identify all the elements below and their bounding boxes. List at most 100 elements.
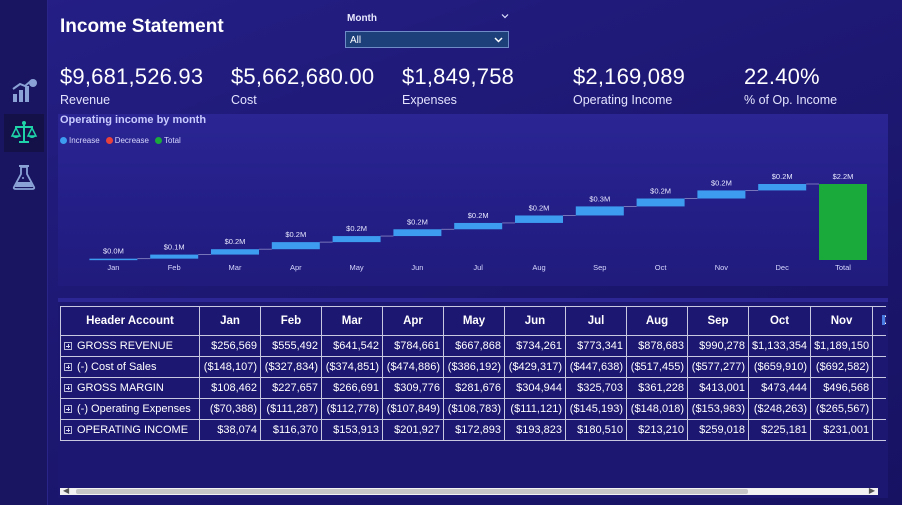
column-header-month[interactable]: May <box>443 306 505 336</box>
table-cell: $413,001 <box>687 377 749 399</box>
column-header-month[interactable]: Mar <box>321 306 383 336</box>
row-header-cell: OPERATING INCOME <box>60 419 200 441</box>
waterfall-bar-jun[interactable] <box>393 229 442 237</box>
column-scroll-indicator <box>882 315 885 325</box>
kpi-cost: $5,662,680.00 Cost <box>231 64 374 107</box>
table-cell: $496,568 <box>810 377 874 399</box>
table-cell: $784,661 <box>382 335 444 357</box>
waterfall-bar-jan[interactable] <box>89 258 138 261</box>
horizontal-scrollbar[interactable]: ◀ ▶ <box>60 486 878 495</box>
row-label: GROSS REVENUE <box>77 340 173 352</box>
table-cell: $259,018 <box>687 419 749 441</box>
data-label: $0.2M <box>468 211 489 220</box>
expand-plus-icon[interactable] <box>64 363 72 371</box>
sidebar-item-growth[interactable] <box>4 72 44 110</box>
column-header-month[interactable]: Nov <box>810 306 874 336</box>
x-tick-label: Jun <box>411 263 423 272</box>
expand-plus-icon[interactable] <box>64 384 72 392</box>
waterfall-bar-jul[interactable] <box>454 222 503 230</box>
table-cell: $256,569 <box>199 335 261 357</box>
waterfall-bar-sep[interactable] <box>575 206 624 216</box>
table-cell: $667,868 <box>443 335 505 357</box>
scale-icon <box>10 121 38 143</box>
waterfall-bar-oct[interactable] <box>636 198 685 207</box>
scrollbar-thumb[interactable] <box>76 489 748 494</box>
x-tick-label: Aug <box>532 263 545 272</box>
kpi-revenue: $9,681,526.93 Revenue <box>60 64 203 107</box>
row-label: (-) Cost of Sales <box>77 361 157 373</box>
column-header-month[interactable]: Feb <box>260 306 322 336</box>
column-header-month[interactable]: Jul <box>565 306 627 336</box>
x-tick-label: Apr <box>290 263 302 272</box>
table-cell: $172,893 <box>443 419 505 441</box>
data-label: $0.1M <box>164 243 185 252</box>
table-cell: $1,133,354 <box>747 335 812 357</box>
matrix-viewport: Header Account Jan Feb Mar Apr May Jun Jul Aug Se… <box>60 306 886 441</box>
x-tick-label: Jul <box>473 263 483 272</box>
x-tick-label: Mar <box>229 263 242 272</box>
table-cell: ($6 <box>872 356 886 378</box>
waterfall-bar-may[interactable] <box>332 236 381 243</box>
kpi-expenses: $1,849,758 Expenses <box>402 64 514 107</box>
table-cell: $213,210 <box>626 419 688 441</box>
table-cell: ($248,263) <box>747 398 812 420</box>
kpi-label: Expenses <box>402 93 457 107</box>
scroll-left-icon[interactable]: ◀ <box>63 486 69 495</box>
expand-plus-icon[interactable] <box>64 342 72 350</box>
table-cell: ($374,851) <box>321 356 383 378</box>
x-tick-label: Oct <box>655 263 668 272</box>
column-header-month[interactable]: Sep <box>687 306 749 336</box>
kpi-value: $9,681,526.93 <box>60 64 204 89</box>
table-cell: ($111,121) <box>504 398 566 420</box>
column-header-account[interactable]: Header Account <box>60 306 200 336</box>
table-cell: $734,261 <box>504 335 566 357</box>
table-cell: $361,228 <box>626 377 688 399</box>
matrix-body: GROSS REVENUE $256,569 $555,492 $641,542 $78… <box>60 335 886 441</box>
expand-plus-icon[interactable] <box>64 426 72 434</box>
waterfall-bar-total[interactable] <box>819 184 867 260</box>
table-cell: $555,492 <box>260 335 322 357</box>
column-header-month[interactable]: Jun <box>504 306 566 336</box>
table-cell: ($577,277) <box>687 356 749 378</box>
waterfall-bar-dec[interactable] <box>758 184 807 191</box>
data-label: $0.2M <box>407 217 428 226</box>
month-slicer-dropdown[interactable]: All <box>345 31 509 48</box>
kpi-label: Revenue <box>60 93 111 107</box>
x-tick-label: Sep <box>593 263 606 272</box>
month-slicer-value: All <box>350 35 362 46</box>
waterfall-bar-feb[interactable] <box>150 254 199 259</box>
kpi-value: $2,169,089 <box>573 64 686 89</box>
scroll-right-icon[interactable]: ▶ <box>869 486 875 495</box>
sidebar-item-lab[interactable] <box>4 158 44 196</box>
table-cell: $304,944 <box>504 377 566 399</box>
data-label: $0.2M <box>650 187 671 196</box>
table-cell: $1,189,150 <box>810 335 874 357</box>
data-label: $0.2M <box>529 203 550 212</box>
row-header-cell: (-) Cost of Sales <box>60 356 200 378</box>
column-header-month[interactable]: Apr <box>382 306 444 336</box>
waterfall-bar-mar[interactable] <box>211 249 259 255</box>
table-cell: ($517,455) <box>626 356 688 378</box>
chevron-down-icon[interactable] <box>500 11 510 21</box>
report-page: Income Statement Month All $9,681,526.93… <box>0 0 902 505</box>
table-cell: $38,074 <box>199 419 261 441</box>
table-cell: ($692,582) <box>810 356 874 378</box>
column-header-month[interactable]: Aug <box>626 306 688 336</box>
table-row: GROSS MARGIN $108,462 $227,657 $266,691 $309… <box>60 377 886 399</box>
expand-plus-icon[interactable] <box>64 405 72 413</box>
table-cell: $193,823 <box>504 419 566 441</box>
waterfall-bar-aug[interactable] <box>515 215 563 223</box>
data-label: $2.2M <box>833 172 854 181</box>
table-cell: $225,181 <box>747 419 812 441</box>
waterfall-bar-apr[interactable] <box>271 242 320 250</box>
waterfall-bar-nov[interactable] <box>697 190 746 199</box>
table-cell: ($474,886) <box>382 356 444 378</box>
column-header-month[interactable]: Oct <box>747 306 812 336</box>
sidebar-item-income[interactable] <box>4 114 44 152</box>
x-tick-label: May <box>350 263 364 272</box>
waterfall-chart-panel: Operating income by month Increase Decre… <box>58 114 888 286</box>
table-cell: $309,776 <box>382 377 444 399</box>
table-cell: $1 <box>872 419 886 441</box>
column-header-month[interactable]: Jan <box>199 306 261 336</box>
table-cell: $266,691 <box>321 377 383 399</box>
